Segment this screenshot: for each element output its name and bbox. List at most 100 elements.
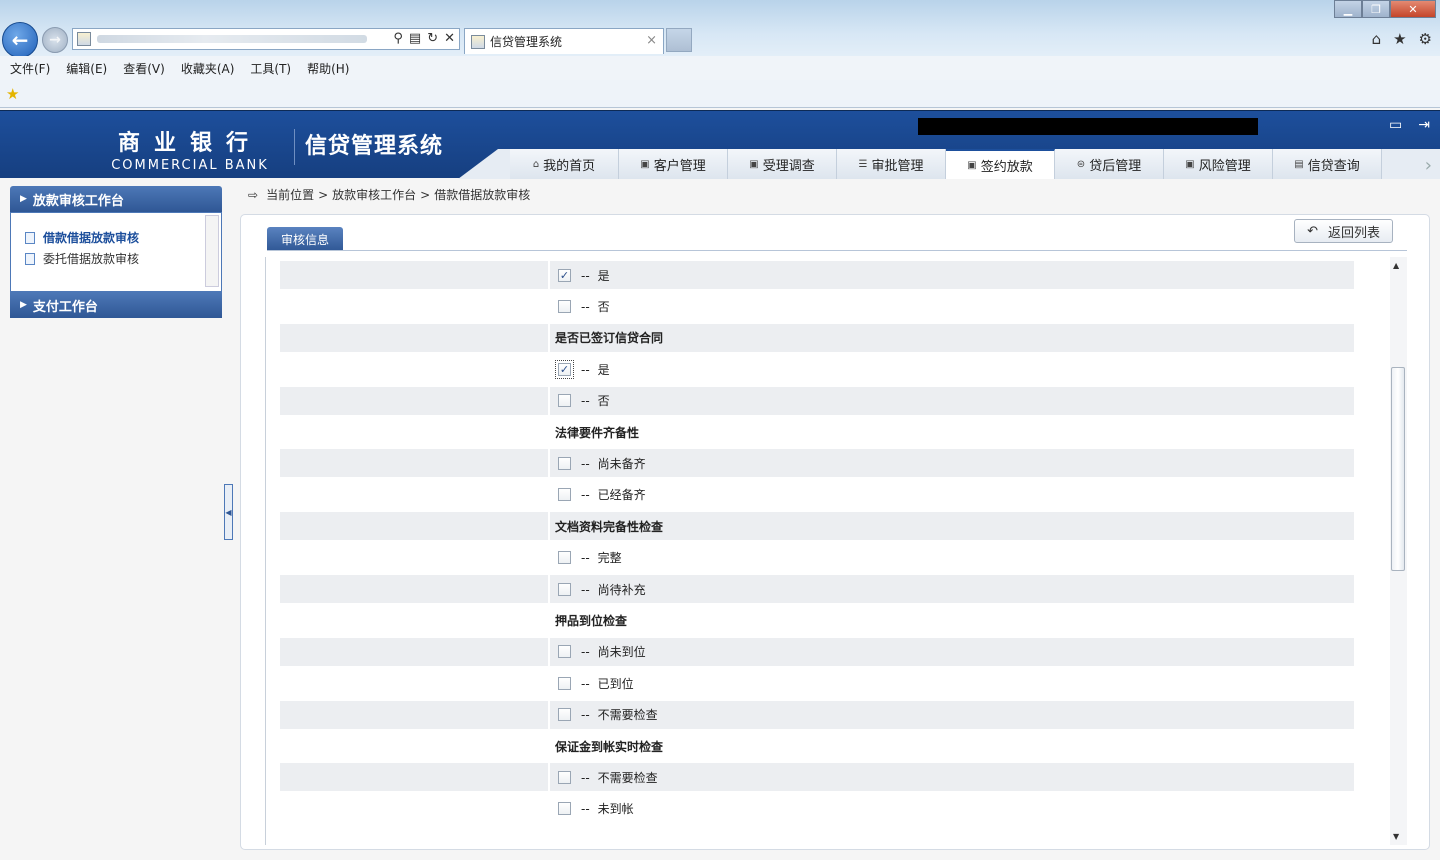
favorites-star-icon[interactable]: ★ <box>1393 30 1406 48</box>
refresh-icon[interactable]: ↻ <box>427 31 438 46</box>
nav-scroll-right-icon[interactable]: › <box>1425 155 1432 176</box>
option-checkbox[interactable]: ✓ <box>555 359 574 379</box>
option-prefix: -- <box>581 676 590 691</box>
address-bar[interactable]: ⚲ ▤ ↻ ✕ <box>72 28 460 50</box>
monitor-icon[interactable]: ▭ <box>1389 117 1402 133</box>
sidebar-item-loan-note-review[interactable]: 借款借据放款审核 <box>25 227 221 248</box>
option-label: -- 是 <box>581 361 610 378</box>
option-checkbox[interactable] <box>558 488 571 502</box>
option-text: 是 <box>597 362 610 377</box>
home-icon: ⌂ <box>532 158 540 170</box>
option-checkbox[interactable] <box>558 582 571 596</box>
tab-title: 信贷管理系统 <box>490 35 563 49</box>
home-icon[interactable]: ⌂ <box>1372 30 1382 48</box>
sidebar-item-label: 委托借据放款审核 <box>43 252 140 266</box>
option-checkbox[interactable] <box>558 802 571 816</box>
sidebar-section-payment[interactable]: ▶ 支付工作台 <box>10 292 222 318</box>
nav-tab-contract[interactable]: ▣ 签约放款 <box>946 149 1055 179</box>
nav-tab-query[interactable]: ▤ 信贷查询 <box>1273 149 1382 179</box>
sidebar-scrollbar[interactable] <box>205 215 219 287</box>
nav-tab-approval[interactable]: ☰ 审批管理 <box>837 149 946 179</box>
contract-icon: ▣ <box>967 159 977 171</box>
option-prefix: -- <box>581 645 590 660</box>
app-header: 商业银行 COMMERCIAL BANK 信贷管理系统 ▭ ⇥ ⌂ 我的首页 ▣ 客… <box>0 110 1440 179</box>
logout-icon[interactable]: ⇥ <box>1418 117 1430 133</box>
option-text: 已到位 <box>597 676 634 691</box>
search-icon[interactable]: ⚲ <box>393 31 403 46</box>
option-text: 尚未到位 <box>597 645 646 660</box>
return-arrow-icon: ↶ <box>1307 223 1318 239</box>
minimize-button[interactable]: ▁ <box>1334 0 1362 18</box>
option-label: -- 不需要检查 <box>581 769 658 786</box>
back-button[interactable]: ← <box>2 22 38 58</box>
nav-tab-risk[interactable]: ▣ 风险管理 <box>1164 149 1273 179</box>
tab-review-info[interactable]: 审核信息 <box>267 227 344 251</box>
option-checkbox[interactable] <box>558 708 571 722</box>
option-checkbox[interactable] <box>558 551 571 565</box>
option-prefix: -- <box>581 394 590 409</box>
question-title-row: 是否已签订信贷合同 <box>280 323 1354 352</box>
option-checkbox[interactable] <box>558 394 571 408</box>
option-text: 未到帐 <box>597 802 634 817</box>
nav-tab-survey[interactable]: ▣ 受理调查 <box>728 149 837 179</box>
menu-help[interactable]: 帮助(H) <box>307 60 349 77</box>
tab-page-icon <box>471 34 485 49</box>
tab-close-icon[interactable]: × <box>646 33 657 48</box>
sidebar-item-entrusted-note-review[interactable]: 委托借据放款审核 <box>25 248 221 269</box>
stop-icon[interactable]: ✕ <box>444 31 455 46</box>
menu-view[interactable]: 查看(V) <box>123 60 165 77</box>
back-to-list-button[interactable]: ↶ 返回列表 <box>1294 219 1393 243</box>
content-scrollbar[interactable]: ▲ ▼ <box>1390 257 1407 845</box>
option-checkbox[interactable] <box>558 645 571 659</box>
menu-edit[interactable]: 编辑(E) <box>66 60 107 77</box>
question-title-row: 法律要件齐备性 <box>280 418 1354 446</box>
bank-logo: 商业银行 COMMERCIAL BANK <box>110 125 270 173</box>
forward-arrow-icon: → <box>49 32 61 48</box>
option-row: -- 未到帐 <box>280 795 1354 823</box>
option-checkbox[interactable] <box>558 676 571 690</box>
option-label: -- 已经备齐 <box>581 486 646 503</box>
document-icon <box>25 252 35 265</box>
close-window-button[interactable]: ✕ <box>1390 0 1436 18</box>
sidebar-collapse-handle[interactable]: ◀ <box>224 484 233 540</box>
option-row: -- 尚未到位 <box>280 637 1354 666</box>
option-prefix: -- <box>581 582 590 597</box>
option-label: -- 尚未备齐 <box>581 455 646 472</box>
option-prefix: -- <box>581 551 590 566</box>
scroll-up-icon[interactable]: ▲ <box>1393 261 1399 270</box>
nav-tab-home[interactable]: ⌂ 我的首页 <box>510 149 619 179</box>
browser-tab[interactable]: 信贷管理系统 × <box>464 28 664 54</box>
option-row: ✓ -- 是 <box>280 355 1354 383</box>
new-tab-button[interactable] <box>666 28 692 52</box>
menu-file[interactable]: 文件(F) <box>10 60 50 77</box>
compat-view-icon[interactable]: ▤ <box>409 31 421 46</box>
option-checkbox[interactable]: ✓ <box>558 268 571 282</box>
address-url-blurred <box>97 35 367 43</box>
nav-tab-customer[interactable]: ▣ 客户管理 <box>619 149 728 179</box>
option-text: 否 <box>597 299 610 314</box>
gear-icon[interactable]: ⚙ <box>1419 30 1432 48</box>
option-label: -- 已到位 <box>581 675 634 692</box>
option-row: -- 不需要检查 <box>280 763 1354 792</box>
scroll-down-icon[interactable]: ▼ <box>1393 832 1399 841</box>
option-text: 尚未备齐 <box>597 456 646 471</box>
sidebar-section-loan-review[interactable]: ▶ 放款审核工作台 <box>10 186 222 212</box>
review-form: ✓ -- 是 -- 否是否已签订信贷合同 ✓ -- 是 -- 否法律要件齐备性 -- 尚未备齐 -- 已经… <box>265 257 1393 845</box>
question-title: 是否已签订信贷合同 <box>555 331 664 346</box>
forward-button[interactable]: → <box>42 27 68 53</box>
option-checkbox[interactable] <box>558 299 571 313</box>
maximize-button[interactable]: ❐ <box>1362 0 1390 18</box>
breadcrumb-item[interactable]: 放款审核工作台 <box>332 186 416 203</box>
menu-favorites[interactable]: 收藏夹(A) <box>181 60 235 77</box>
option-row: -- 否 <box>280 292 1354 320</box>
add-favorite-icon[interactable]: ★ <box>6 85 19 103</box>
option-label: -- 尚未到位 <box>581 643 646 660</box>
nav-tab-post-loan[interactable]: ⊜ 贷后管理 <box>1055 149 1164 179</box>
risk-icon: ▣ <box>1185 158 1195 170</box>
scrollbar-thumb[interactable] <box>1391 367 1405 571</box>
option-checkbox[interactable] <box>558 770 571 784</box>
option-text: 否 <box>597 394 610 409</box>
option-checkbox[interactable] <box>558 456 571 470</box>
menu-tools[interactable]: 工具(T) <box>250 60 291 77</box>
nav-tab-label: 风险管理 <box>1198 158 1251 174</box>
